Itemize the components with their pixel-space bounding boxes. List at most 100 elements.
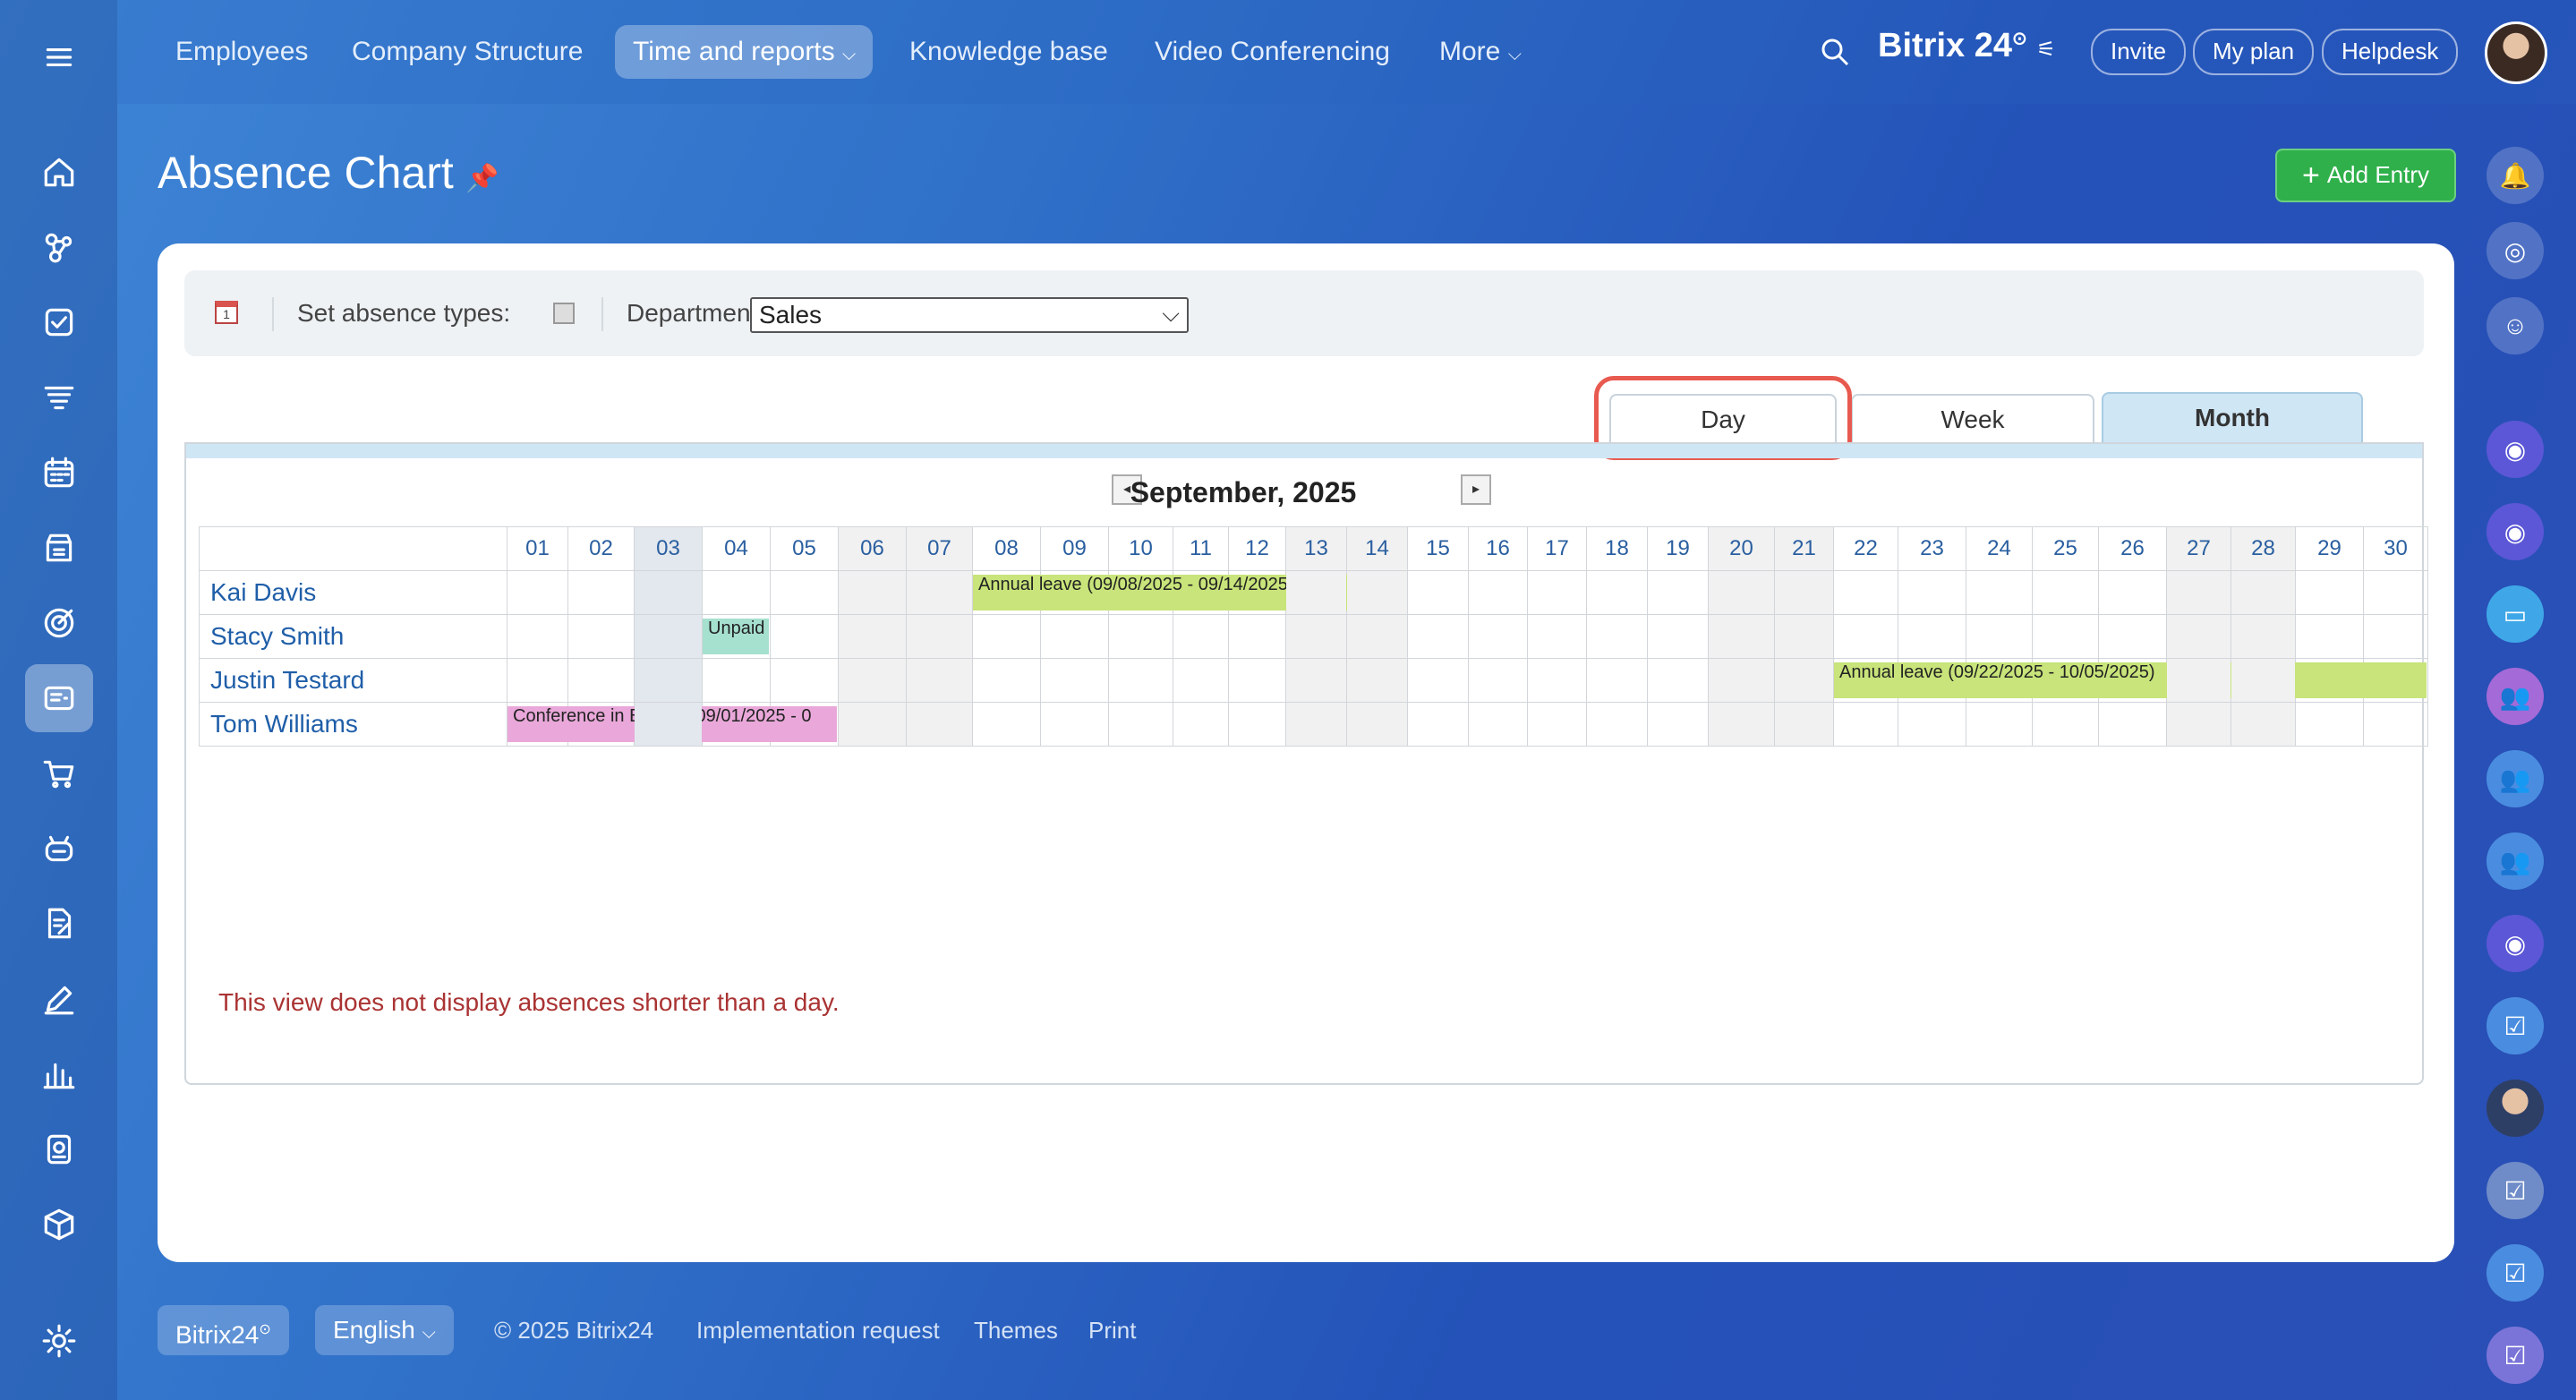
day-cell[interactable] [1527,614,1587,659]
day-cell[interactable] [972,702,1041,747]
channel-icon[interactable]: ◉ [2486,503,2544,560]
department-select[interactable]: Sales ⌵ [750,297,1189,333]
day-cell[interactable] [2363,702,2428,747]
day-cell[interactable] [1173,570,1229,615]
task-chat-icon[interactable]: ☑ [2486,1244,2544,1302]
day-cell[interactable] [1228,658,1286,703]
analytics-icon[interactable] [34,1049,84,1099]
day-cell[interactable] [1647,658,1709,703]
day-cell[interactable] [507,570,568,615]
day-cell[interactable] [1346,570,1408,615]
day-cell[interactable] [2295,702,2364,747]
day-cell[interactable] [634,570,703,615]
day-cell[interactable] [2166,658,2231,703]
day-cell[interactable] [1468,702,1528,747]
day-cell[interactable] [2032,658,2099,703]
tab-week[interactable]: Week [1851,394,2094,442]
channel-icon[interactable]: ◉ [2486,421,2544,478]
day-cell[interactable] [1040,658,1109,703]
group-chat-icon[interactable]: 👥 [2486,668,2544,725]
day-cell[interactable] [1708,702,1775,747]
day-cell[interactable] [2098,570,2167,615]
document-sign-icon[interactable] [34,899,84,949]
day-cell[interactable] [1898,570,1966,615]
day-cell[interactable] [1708,658,1775,703]
day-cell[interactable] [838,658,907,703]
day-cell[interactable] [1647,614,1709,659]
knowledge-icon[interactable] [34,1124,84,1174]
bell-icon[interactable]: 🔔 [2486,147,2544,204]
day-cell[interactable] [1647,702,1709,747]
contact-avatar[interactable] [2486,1080,2544,1137]
day-cell[interactable] [1774,702,1834,747]
day-cell[interactable] [1966,702,2033,747]
day-cell[interactable] [2231,570,2296,615]
day-cell[interactable]: Unpaid [702,614,771,659]
day-cell[interactable]: Annual leave (09/08/2025 - 09/14/2025) [972,570,1406,615]
add-entry-button[interactable]: + Add Entry [2275,149,2456,202]
day-cell[interactable] [1040,614,1109,659]
collaboration-icon[interactable] [34,222,84,272]
day-cell[interactable] [1108,702,1173,747]
day-cell[interactable] [1346,658,1408,703]
day-cell[interactable] [2032,570,2099,615]
day-cell[interactable] [770,614,839,659]
employee-name-link[interactable]: Kai Davis [199,570,508,615]
day-cell[interactable] [1708,614,1775,659]
task-chat-icon[interactable]: ☑ [2486,997,2544,1054]
day-cell[interactable] [2032,614,2099,659]
day-cell[interactable] [1833,702,1898,747]
group-chat-icon[interactable]: 👥 [2486,832,2544,890]
tab-month[interactable]: Month [2102,392,2363,442]
day-cell[interactable] [1407,614,1469,659]
day-cell[interactable] [1586,702,1648,747]
day-cell[interactable] [1966,614,2033,659]
day-cell[interactable] [2295,658,2364,703]
day-cell[interactable] [2231,658,2296,703]
print-link[interactable]: Print [1088,1305,1136,1355]
day-cell[interactable] [2166,702,2231,747]
day-cell[interactable] [1407,570,1469,615]
day-cell[interactable] [1285,658,1347,703]
day-cell[interactable] [1040,702,1109,747]
day-cell[interactable] [567,614,635,659]
day-cell[interactable] [1468,570,1528,615]
day-cell[interactable] [2231,614,2296,659]
day-cell[interactable]: Conference in Boston (09/01/2025 - 0 [507,702,837,747]
day-cell[interactable] [1527,570,1587,615]
day-cell[interactable] [1108,570,1173,615]
day-cell[interactable] [702,570,771,615]
day-cell[interactable] [1228,570,1286,615]
day-cell[interactable] [1833,570,1898,615]
day-cell[interactable] [2098,702,2167,747]
day-cell[interactable] [1108,614,1173,659]
task-chat-icon[interactable]: ☑ [2486,1327,2544,1384]
day-cell[interactable] [906,702,973,747]
day-cell[interactable] [1774,658,1834,703]
day-cell[interactable] [2231,702,2296,747]
invite-button[interactable]: Invite [2091,29,2187,75]
day-cell[interactable] [1285,570,1347,615]
group-chat-icon[interactable]: 👥 [2486,750,2544,807]
home-icon[interactable] [34,147,84,197]
day-cell[interactable] [1774,614,1834,659]
settings-gear-icon[interactable] [34,1316,84,1366]
day-cell[interactable] [2032,702,2099,747]
nav-video-conferencing[interactable]: Video Conferencing [1137,25,1408,79]
bitrix24-footer-button[interactable]: Bitrix24⊙ [158,1305,289,1355]
day-cell[interactable] [1040,570,1109,615]
implementation-request-link[interactable]: Implementation request [696,1305,940,1355]
tasks-icon[interactable] [34,297,84,347]
day-cell[interactable] [2295,614,2364,659]
day-cell[interactable] [1468,614,1528,659]
calendar-icon[interactable]: 1 [215,301,238,324]
day-cell[interactable] [1527,658,1587,703]
day-cell[interactable] [567,658,635,703]
employee-name-link[interactable]: Tom Williams [199,702,508,747]
day-cell[interactable] [1774,570,1834,615]
day-cell[interactable] [1586,658,1648,703]
day-cell[interactable] [972,658,1041,703]
time-reports-icon[interactable] [25,664,93,732]
brand-logo[interactable]: Bitrix 24⊙ ⚟ [1878,27,2056,65]
day-cell[interactable] [2098,658,2167,703]
